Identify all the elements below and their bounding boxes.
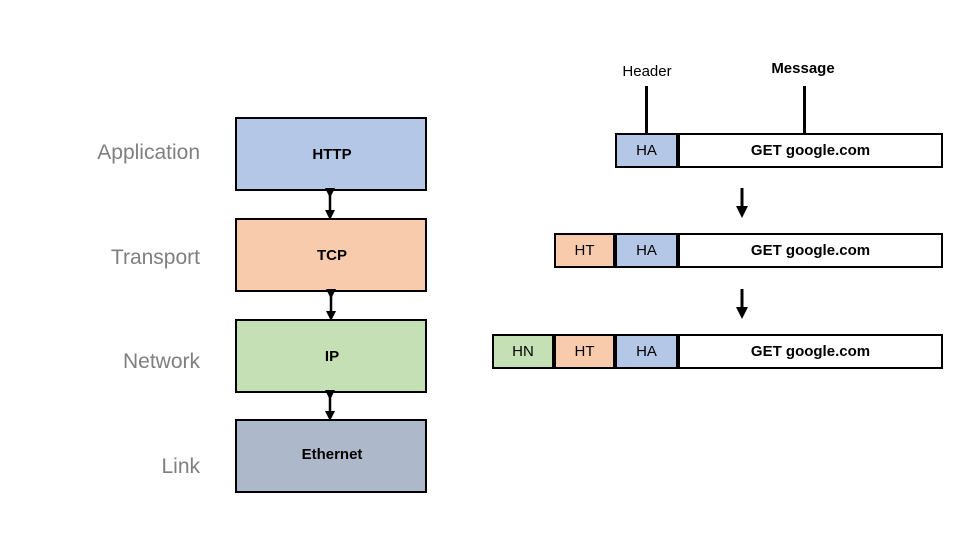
message-text: GET google.com <box>750 142 871 159</box>
header-segment-ht: HT <box>554 334 615 369</box>
header-segment-hn: HN <box>492 334 554 369</box>
message-text: GET google.com <box>750 242 871 259</box>
header-segment-ha: HA <box>615 133 678 168</box>
protocol-label-tcp: TCP <box>317 246 347 264</box>
layer-label-transport: Transport <box>110 246 200 269</box>
header-segment-ha: HA <box>615 233 678 268</box>
message-column-label: Message <box>771 60 835 77</box>
header-segment-label: HA <box>636 142 657 159</box>
message-text: GET google.com <box>750 343 871 360</box>
protocol-label-ethernet: Ethernet <box>301 445 363 463</box>
layer-box-tcp: TCP <box>235 218 427 292</box>
header-segment-ha: HA <box>615 334 678 369</box>
layer-box-http: HTTP <box>235 117 427 191</box>
layer-box-ip: IP <box>235 319 427 393</box>
message-pointer-line <box>803 86 806 134</box>
layer-label-application: Application <box>97 141 200 164</box>
header-segment-label: HN <box>512 343 534 360</box>
header-segment-label: HT <box>574 242 595 259</box>
message-segment: GET google.com <box>678 233 943 268</box>
header-segment-label: HT <box>574 343 595 360</box>
message-segment: GET google.com <box>678 133 943 168</box>
header-segment-ht: HT <box>554 233 615 268</box>
protocol-label-http: HTTP <box>312 145 352 163</box>
header-pointer-line <box>645 86 648 134</box>
message-segment: GET google.com <box>678 334 943 369</box>
header-segment-label: HA <box>636 242 657 259</box>
header-segment-label: HA <box>636 343 657 360</box>
layer-label-link: Link <box>161 455 200 478</box>
layer-box-ethernet: Ethernet <box>235 419 427 493</box>
protocol-label-ip: IP <box>324 347 340 365</box>
header-column-label: Header <box>622 63 672 80</box>
arrows-layer <box>325 188 748 421</box>
layer-label-network: Network <box>122 350 200 373</box>
